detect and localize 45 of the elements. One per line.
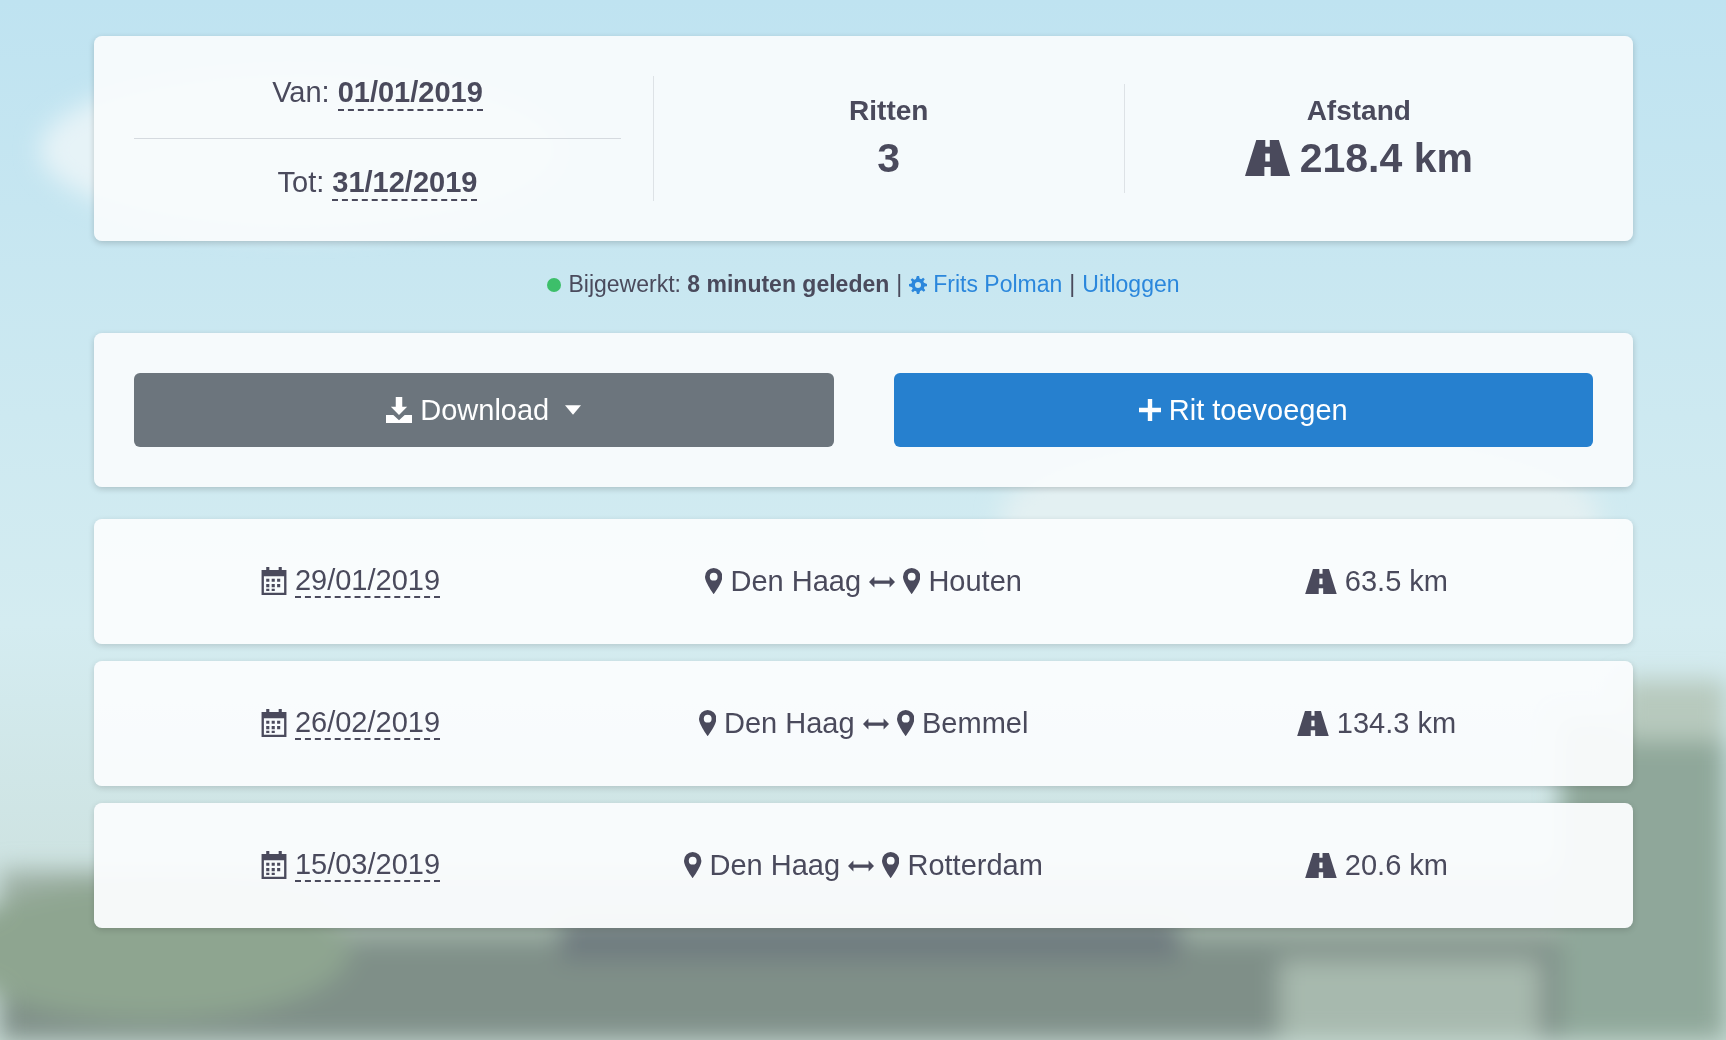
trip-distance: 134.3 km [1336,707,1457,740]
double-arrow-icon [848,859,875,872]
origin-city: Den Haag [709,849,841,882]
trip-date[interactable]: 26/02/2019 [294,706,441,741]
destination-city: Houten [928,565,1022,598]
double-arrow-icon [862,717,889,730]
double-arrow-icon [869,575,896,588]
destination-city: Bemmel [922,707,1029,740]
trip-distance: 20.6 km [1344,849,1449,882]
road-icon [1304,852,1337,879]
caret-icon [565,405,582,415]
road-icon [1304,568,1337,595]
map-pin-icon [903,568,921,595]
plus-icon [1138,399,1161,421]
map-pin-icon [896,710,914,737]
date-link[interactable]: 31/12/2019 [332,167,478,201]
stat-label: Ritten [849,95,929,127]
map-pin-icon [698,710,716,737]
stat-label: Afstand [1306,95,1411,127]
calendar-icon [260,567,287,596]
trip-distance: 63.5 km [1344,565,1449,598]
map-pin-icon [705,568,723,595]
distance-total: 218.4 km [1299,135,1473,182]
settings-icon [909,275,928,294]
date-link[interactable]: 01/01/2019 [337,77,483,111]
origin-city: Den Haag [724,707,855,740]
road-icon [1296,710,1329,737]
separator: | [896,271,903,298]
trip-count: 3 [877,135,901,182]
road-icon [1244,140,1290,177]
trip-date[interactable]: 15/03/2019 [294,848,441,883]
calendar-icon [260,851,287,880]
download-button[interactable]: Download [134,373,834,447]
trip-date[interactable]: 29/01/2019 [294,564,441,599]
map-pin-icon [882,852,900,879]
download-icon [386,397,413,423]
origin-city: Den Haag [730,565,862,598]
add-trip-button[interactable]: Rit toevoegen [893,373,1593,447]
date-label: Van: [272,76,330,109]
calendar-icon [260,709,287,738]
updated-text: Bijgewerkt: 8 minuten geleden [568,271,890,298]
date-label: Tot: [277,166,325,200]
destination-city: Rotterdam [907,849,1043,882]
separator: | [1069,271,1076,298]
map-pin-icon [684,852,702,879]
